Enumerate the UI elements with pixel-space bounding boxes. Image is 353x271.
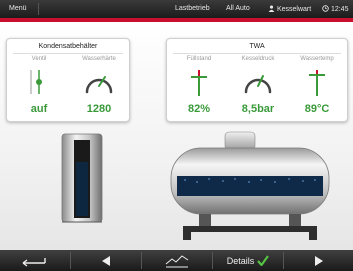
- previous-button[interactable]: [71, 250, 141, 271]
- valve-cell[interactable]: Ventil auf: [9, 56, 69, 115]
- level-label: Füllstand: [186, 56, 212, 62]
- pressure-label: Kesseldruck: [241, 56, 275, 62]
- trend-chart-icon: [165, 254, 189, 267]
- temperature-cell[interactable]: Wassertemp 89°C: [287, 56, 347, 115]
- user-icon: [268, 5, 275, 12]
- valve-label: Ventil: [31, 56, 47, 62]
- clock-display: 12:45: [322, 5, 348, 13]
- pressure-value: 8,5bar: [241, 103, 275, 115]
- mode-status[interactable]: Lastbetrieb: [175, 5, 210, 12]
- valve-value: auf: [30, 103, 48, 115]
- hardness-cell[interactable]: Wasserhärte 1280: [69, 56, 129, 115]
- back-button[interactable]: [0, 250, 70, 271]
- topbar-divider: [38, 3, 39, 15]
- clock-icon: [322, 5, 329, 12]
- triangle-right-icon: [314, 255, 323, 266]
- next-button[interactable]: [284, 250, 353, 271]
- gauge-icon: [85, 76, 113, 94]
- level-indicator-icon: [191, 70, 207, 96]
- menu-button[interactable]: Menü: [9, 5, 27, 12]
- user-name: Kesselwart: [276, 6, 312, 13]
- auto-status[interactable]: All Auto: [226, 5, 250, 12]
- twa-panel[interactable]: TWA Füllstand 82% Kesseldruck 8,5bar Was…: [166, 38, 348, 122]
- panel-title: TWA: [249, 43, 265, 50]
- hardness-value: 1280: [86, 103, 112, 115]
- user-menu[interactable]: Kesselwart: [268, 5, 311, 13]
- checkmark-icon: [257, 255, 270, 266]
- bottom-nav-bar: Details: [0, 250, 353, 271]
- pressure-cell[interactable]: Kesseldruck 8,5bar: [228, 56, 288, 115]
- level-value: 82%: [187, 103, 211, 115]
- thermometer-icon: [309, 70, 325, 96]
- hardness-label: Wasserhärte: [82, 56, 116, 62]
- top-bar: Menü Lastbetrieb All Auto Kesselwart 12:…: [0, 0, 353, 18]
- valve-icon: [30, 70, 42, 94]
- gauge-icon: [244, 75, 272, 94]
- details-label: Details: [226, 255, 255, 266]
- panel-title: Kondensatbehälter: [38, 43, 98, 50]
- panel-divider: [173, 53, 341, 54]
- level-cell[interactable]: Füllstand 82%: [169, 56, 229, 115]
- temperature-label: Wassertemp: [300, 56, 334, 62]
- condensate-tank-graphic[interactable]: [60, 132, 104, 226]
- trend-button[interactable]: [142, 250, 212, 271]
- clock-time: 12:45: [330, 6, 349, 13]
- back-arrow-icon: [22, 257, 46, 267]
- triangle-left-icon: [102, 255, 110, 266]
- plant-overview: Kondensatbehälter Ventil auf Wasserhärte…: [0, 22, 353, 250]
- twa-boiler-graphic[interactable]: [165, 130, 335, 242]
- temperature-value: 89°C: [304, 103, 330, 115]
- panel-divider: [13, 53, 123, 54]
- kondensat-panel[interactable]: Kondensatbehälter Ventil auf Wasserhärte…: [6, 38, 130, 122]
- details-button[interactable]: Details: [213, 250, 283, 271]
